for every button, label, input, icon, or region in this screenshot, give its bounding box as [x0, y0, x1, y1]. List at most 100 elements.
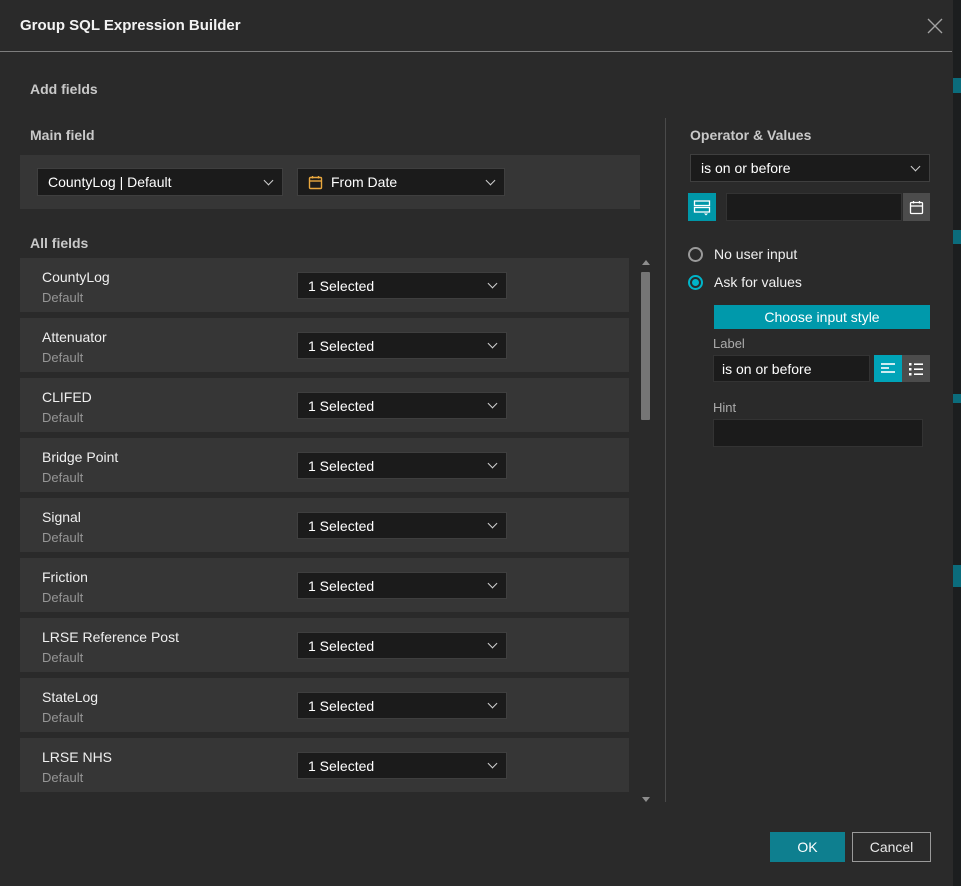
field-values-select-value: 1 Selected [308, 638, 483, 654]
choose-input-style-button[interactable]: Choose input style [714, 305, 930, 329]
field-values-select-value: 1 Selected [308, 758, 483, 774]
field-subtitle: Default [42, 410, 83, 425]
field-name: LRSE NHS [42, 749, 112, 765]
field-values-select-value: 1 Selected [308, 338, 483, 354]
field-values-select[interactable]: 1 Selected [297, 272, 507, 299]
text-input-style-button[interactable] [874, 355, 902, 382]
field-subtitle: Default [42, 470, 83, 485]
chevron-down-icon [911, 161, 921, 171]
chevron-down-icon [488, 399, 498, 409]
date-field-icon [308, 175, 323, 190]
value-input[interactable] [726, 193, 902, 221]
main-layer-select-value: CountyLog | Default [48, 174, 259, 190]
field-values-select-value: 1 Selected [308, 698, 483, 714]
operator-select[interactable]: is on or before [690, 154, 930, 182]
label-input[interactable] [713, 355, 870, 382]
operator-values-heading: Operator & Values [690, 127, 811, 143]
all-fields-list: CountyLog Default 1 Selected Attenuator … [20, 258, 629, 798]
field-values-select-value: 1 Selected [308, 398, 483, 414]
radio-label: Ask for values [714, 274, 802, 290]
field-row: CountyLog Default 1 Selected [20, 258, 629, 312]
field-name: Bridge Point [42, 449, 118, 465]
field-values-select[interactable]: 1 Selected [297, 632, 507, 659]
text-align-left-icon [880, 362, 896, 376]
close-icon[interactable] [925, 16, 945, 36]
cancel-button[interactable]: Cancel [852, 832, 931, 862]
chevron-down-icon [488, 459, 498, 469]
chevron-down-icon [488, 339, 498, 349]
hint-input[interactable] [713, 419, 923, 447]
field-subtitle: Default [42, 350, 83, 365]
list-input-style-button[interactable] [902, 355, 930, 382]
chevron-down-icon [488, 579, 498, 589]
panel-divider [665, 118, 666, 802]
scrollbar-thumb[interactable] [641, 272, 650, 420]
chevron-down-icon [486, 175, 496, 185]
field-name: Signal [42, 509, 81, 525]
field-subtitle: Default [42, 590, 83, 605]
field-values-select-value: 1 Selected [308, 518, 483, 534]
field-values-select[interactable]: 1 Selected [297, 692, 507, 719]
chevron-down-icon [488, 639, 498, 649]
field-row: Bridge Point Default 1 Selected [20, 438, 629, 492]
field-values-select-value: 1 Selected [308, 578, 483, 594]
background-app-edge [953, 0, 961, 886]
field-subtitle: Default [42, 770, 83, 785]
field-values-select[interactable]: 1 Selected [297, 332, 507, 359]
scroll-down-icon[interactable] [642, 797, 650, 802]
chevron-down-icon [488, 279, 498, 289]
field-name: LRSE Reference Post [42, 629, 179, 645]
main-field-panel: CountyLog | Default From Date [20, 155, 640, 209]
field-row: LRSE Reference Post Default 1 Selected [20, 618, 629, 672]
field-name: StateLog [42, 689, 98, 705]
radio-label: No user input [714, 246, 797, 262]
add-fields-heading: Add fields [30, 81, 98, 97]
background-accent-fragment [953, 78, 961, 93]
value-type-button[interactable] [688, 193, 716, 221]
field-row: Attenuator Default 1 Selected [20, 318, 629, 372]
field-values-select[interactable]: 1 Selected [297, 392, 507, 419]
field-row: StateLog Default 1 Selected [20, 678, 629, 732]
field-subtitle: Default [42, 710, 83, 725]
field-values-select[interactable]: 1 Selected [297, 752, 507, 779]
field-values-select-value: 1 Selected [308, 278, 483, 294]
field-values-select[interactable]: 1 Selected [297, 572, 507, 599]
field-name: CountyLog [42, 269, 110, 285]
main-layer-select[interactable]: CountyLog | Default [37, 168, 283, 196]
hint-caption: Hint [713, 400, 736, 415]
all-fields-heading: All fields [30, 235, 88, 251]
main-field-heading: Main field [30, 127, 95, 143]
field-subtitle: Default [42, 650, 83, 665]
chevron-down-icon [488, 519, 498, 529]
chevron-down-icon [488, 759, 498, 769]
chevron-down-icon [264, 175, 274, 185]
field-name: Attenuator [42, 329, 107, 345]
field-name: CLIFED [42, 389, 92, 405]
field-subtitle: Default [42, 290, 83, 305]
ok-button[interactable]: OK [770, 832, 845, 862]
background-accent-fragment [953, 565, 961, 587]
bullet-list-icon [908, 362, 924, 376]
chevron-down-icon [488, 699, 498, 709]
field-row: Signal Default 1 Selected [20, 498, 629, 552]
field-subtitle: Default [42, 530, 83, 545]
calendar-icon[interactable] [903, 193, 930, 221]
main-field-select[interactable]: From Date [297, 168, 505, 196]
field-row: LRSE NHS Default 1 Selected [20, 738, 629, 792]
operator-select-value: is on or before [701, 160, 906, 176]
scroll-up-icon[interactable] [642, 260, 650, 265]
field-values-select[interactable]: 1 Selected [297, 452, 507, 479]
radio-ask-for-values[interactable]: Ask for values [688, 274, 802, 290]
field-name: Friction [42, 569, 88, 585]
radio-circle-checked-icon [688, 275, 703, 290]
field-values-select[interactable]: 1 Selected [297, 512, 507, 539]
dialog-header: Group SQL Expression Builder [0, 0, 952, 52]
radio-circle-icon [688, 247, 703, 262]
field-values-select-value: 1 Selected [308, 458, 483, 474]
radio-no-user-input[interactable]: No user input [688, 246, 797, 262]
fields-scrollbar [640, 258, 651, 804]
value-type-stack-icon [693, 198, 711, 216]
label-caption: Label [713, 336, 745, 351]
main-field-select-value: From Date [331, 174, 481, 190]
field-row: Friction Default 1 Selected [20, 558, 629, 612]
